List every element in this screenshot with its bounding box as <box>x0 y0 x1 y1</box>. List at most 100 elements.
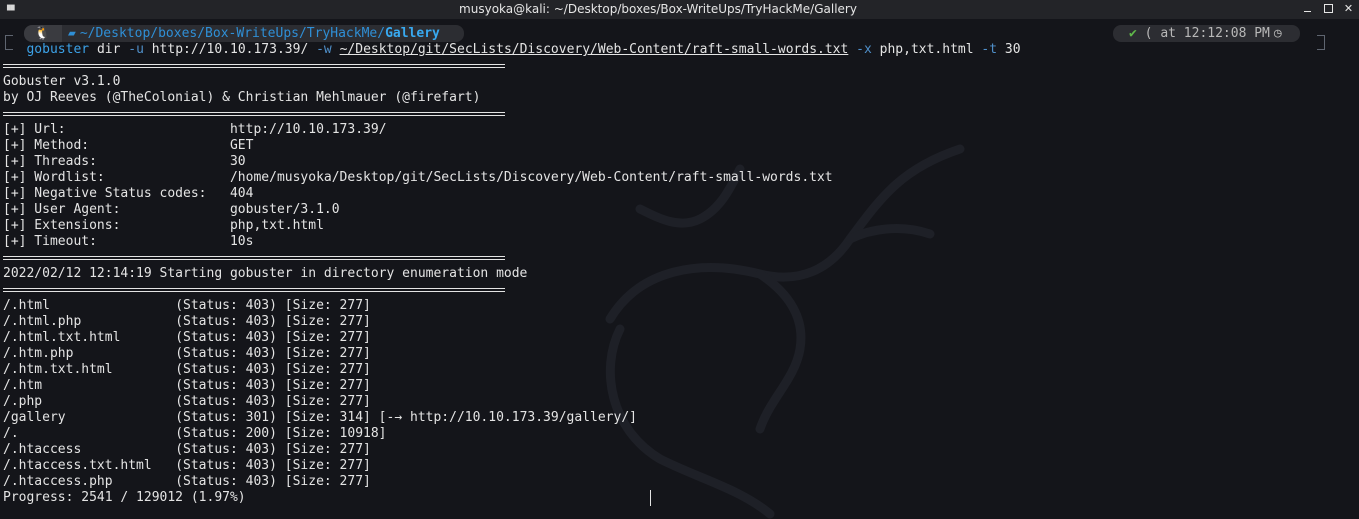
config-value: php,txt.html <box>229 218 324 233</box>
title-bar: ▗▖ musyoka@kali: ~/Desktop/boxes/Box-Wri… <box>0 0 1359 19</box>
config-value: /home/musyoka/Desktop/git/SecLists/Disco… <box>229 170 833 185</box>
result-path: /.htaccess.txt.html <box>3 458 176 473</box>
result-path: /.html <box>3 298 176 313</box>
result-row: /.php (Status: 403) [Size: 277] <box>3 394 371 409</box>
result-status: (Status: 403) <box>175 378 277 393</box>
config-row: [+] Extensions: php,txt.html <box>3 218 324 233</box>
result-path: /.htm.php <box>3 346 176 361</box>
divider <box>3 112 505 116</box>
config-key: [+] Url: <box>3 122 230 137</box>
result-size: [Size: 277] <box>284 474 371 489</box>
result-size: [Size: 314] <box>284 410 371 425</box>
config-row: [+] Method: GET <box>3 138 253 153</box>
result-size: [Size: 277] <box>284 442 371 457</box>
folder-icon: ▰ <box>68 26 76 41</box>
config-row: [+] Threads: 30 <box>3 154 246 169</box>
result-row: /.htaccess (Status: 403) [Size: 277] <box>3 442 371 457</box>
progress-line: Progress: 2541 / 129012 (1.97%) <box>3 490 246 505</box>
config-value: gobuster/3.1.0 <box>229 202 340 217</box>
config-value: 30 <box>229 154 246 169</box>
command-extensions: php,txt.html <box>879 42 974 57</box>
command-flag-w: -w <box>316 42 332 57</box>
terminal-area[interactable]: 🐧 ▰ ~/Desktop/boxes/Box-WriteUps/TryHackM… <box>0 19 1359 519</box>
result-row: /gallery (Status: 301) [Size: 314] [-→ h… <box>3 410 637 425</box>
close-button[interactable]: ✕ <box>1343 3 1354 14</box>
result-row: /. (Status: 200) [Size: 10918] <box>3 426 387 441</box>
result-size: [Size: 277] <box>284 346 371 361</box>
prompt-frame-right <box>1317 35 1325 50</box>
divider <box>3 288 505 292</box>
command-program: gobuster <box>26 42 90 57</box>
config-key: [+] Wordlist: <box>3 170 230 185</box>
start-line: 2022/02/12 12:14:19 Starting gobuster in… <box>3 266 528 281</box>
terminal-output: gobuster dir -u http://10.10.173.39/ -w … <box>3 42 1021 506</box>
result-path: /.html.php <box>3 314 176 329</box>
result-status: (Status: 200) <box>175 426 277 441</box>
status-time: at 12:12:08 PM <box>1160 26 1270 41</box>
linux-penguin-icon: 🐧 <box>34 26 51 41</box>
command-url: http://10.10.173.39/ <box>151 42 309 57</box>
result-row: /.htaccess.php (Status: 403) [Size: 277] <box>3 474 371 489</box>
banner-version: Gobuster v3.1.0 <box>3 74 121 89</box>
banner-authors: by OJ Reeves (@TheColonial) & Christian … <box>3 90 481 105</box>
status-paren: ( <box>1144 26 1153 41</box>
command-wordlist: ~/Desktop/git/SecLists/Discovery/Web-Con… <box>339 42 849 57</box>
result-path: /gallery <box>3 410 176 425</box>
check-icon: ✔ <box>1129 26 1137 41</box>
config-key: [+] Threads: <box>3 154 230 169</box>
command-subcommand: dir <box>96 42 121 57</box>
config-value: 404 <box>229 186 254 201</box>
result-status: (Status: 403) <box>175 314 277 329</box>
prompt-status-segment: ✔ ( at 12:12:08 PM ◷ <box>1113 25 1300 42</box>
result-size: [Size: 277] <box>284 458 371 473</box>
config-value: GET <box>229 138 254 153</box>
config-key: [+] Negative Status codes: <box>3 186 230 201</box>
config-row: [+] Url: http://10.10.173.39/ <box>3 122 387 137</box>
divider <box>3 256 505 260</box>
command-threads: 30 <box>1004 42 1021 57</box>
config-block: [+] Url: http://10.10.173.39/ [+] Method… <box>3 122 833 249</box>
result-redirect: [-→ http://10.10.173.39/gallery/] <box>370 410 637 425</box>
result-path: /.htm <box>3 378 176 393</box>
config-key: [+] Timeout: <box>3 234 230 249</box>
result-status: (Status: 403) <box>175 330 277 345</box>
result-path: /.php <box>3 394 176 409</box>
config-row: [+] Negative Status codes: 404 <box>3 186 253 201</box>
maximize-button[interactable] <box>1323 3 1334 14</box>
result-size: [Size: 10918] <box>284 426 387 441</box>
window-title: musyoka@kali: ~/Desktop/boxes/Box-WriteU… <box>459 2 857 16</box>
config-row: [+] User Agent: gobuster/3.1.0 <box>3 202 340 217</box>
result-row: /.html (Status: 403) [Size: 277] <box>3 298 371 313</box>
text-cursor <box>650 490 651 506</box>
result-size: [Size: 277] <box>284 394 371 409</box>
command-flag-t: -t <box>981 42 998 57</box>
prompt-os-segment: 🐧 <box>24 25 66 42</box>
result-size: [Size: 277] <box>284 362 371 377</box>
prompt-path-leaf: Gallery <box>385 26 440 41</box>
result-size: [Size: 277] <box>284 330 371 345</box>
prompt-path: ~/Desktop/boxes/Box-WriteUps/TryHackMe/ <box>79 26 386 41</box>
config-key: [+] Extensions: <box>3 218 230 233</box>
result-status: (Status: 403) <box>175 346 277 361</box>
clock-icon: ◷ <box>1273 26 1282 41</box>
result-size: [Size: 277] <box>284 378 371 393</box>
result-path: /.html.txt.html <box>3 330 176 345</box>
minimize-button[interactable] <box>1302 3 1313 14</box>
result-status: (Status: 403) <box>175 442 277 457</box>
result-row: /.htm (Status: 403) [Size: 277] <box>3 378 371 393</box>
result-status: (Status: 403) <box>175 394 277 409</box>
config-value: 10s <box>229 234 254 249</box>
result-status: (Status: 301) <box>175 410 277 425</box>
result-status: (Status: 403) <box>175 458 277 473</box>
result-size: [Size: 277] <box>284 314 371 329</box>
result-status: (Status: 403) <box>175 298 277 313</box>
result-row: /.htm.php (Status: 403) [Size: 277] <box>3 346 371 361</box>
results-block: /.html (Status: 403) [Size: 277] /.html.… <box>3 298 637 489</box>
result-status: (Status: 403) <box>175 362 277 377</box>
result-path: /.htm.txt.html <box>3 362 176 377</box>
config-key: [+] Method: <box>3 138 230 153</box>
config-key: [+] User Agent: <box>3 202 230 217</box>
result-row: /.html.php (Status: 403) [Size: 277] <box>3 314 371 329</box>
result-row: /.html.txt.html (Status: 403) [Size: 277… <box>3 330 371 345</box>
result-row: /.htaccess.txt.html (Status: 403) [Size:… <box>3 458 371 473</box>
